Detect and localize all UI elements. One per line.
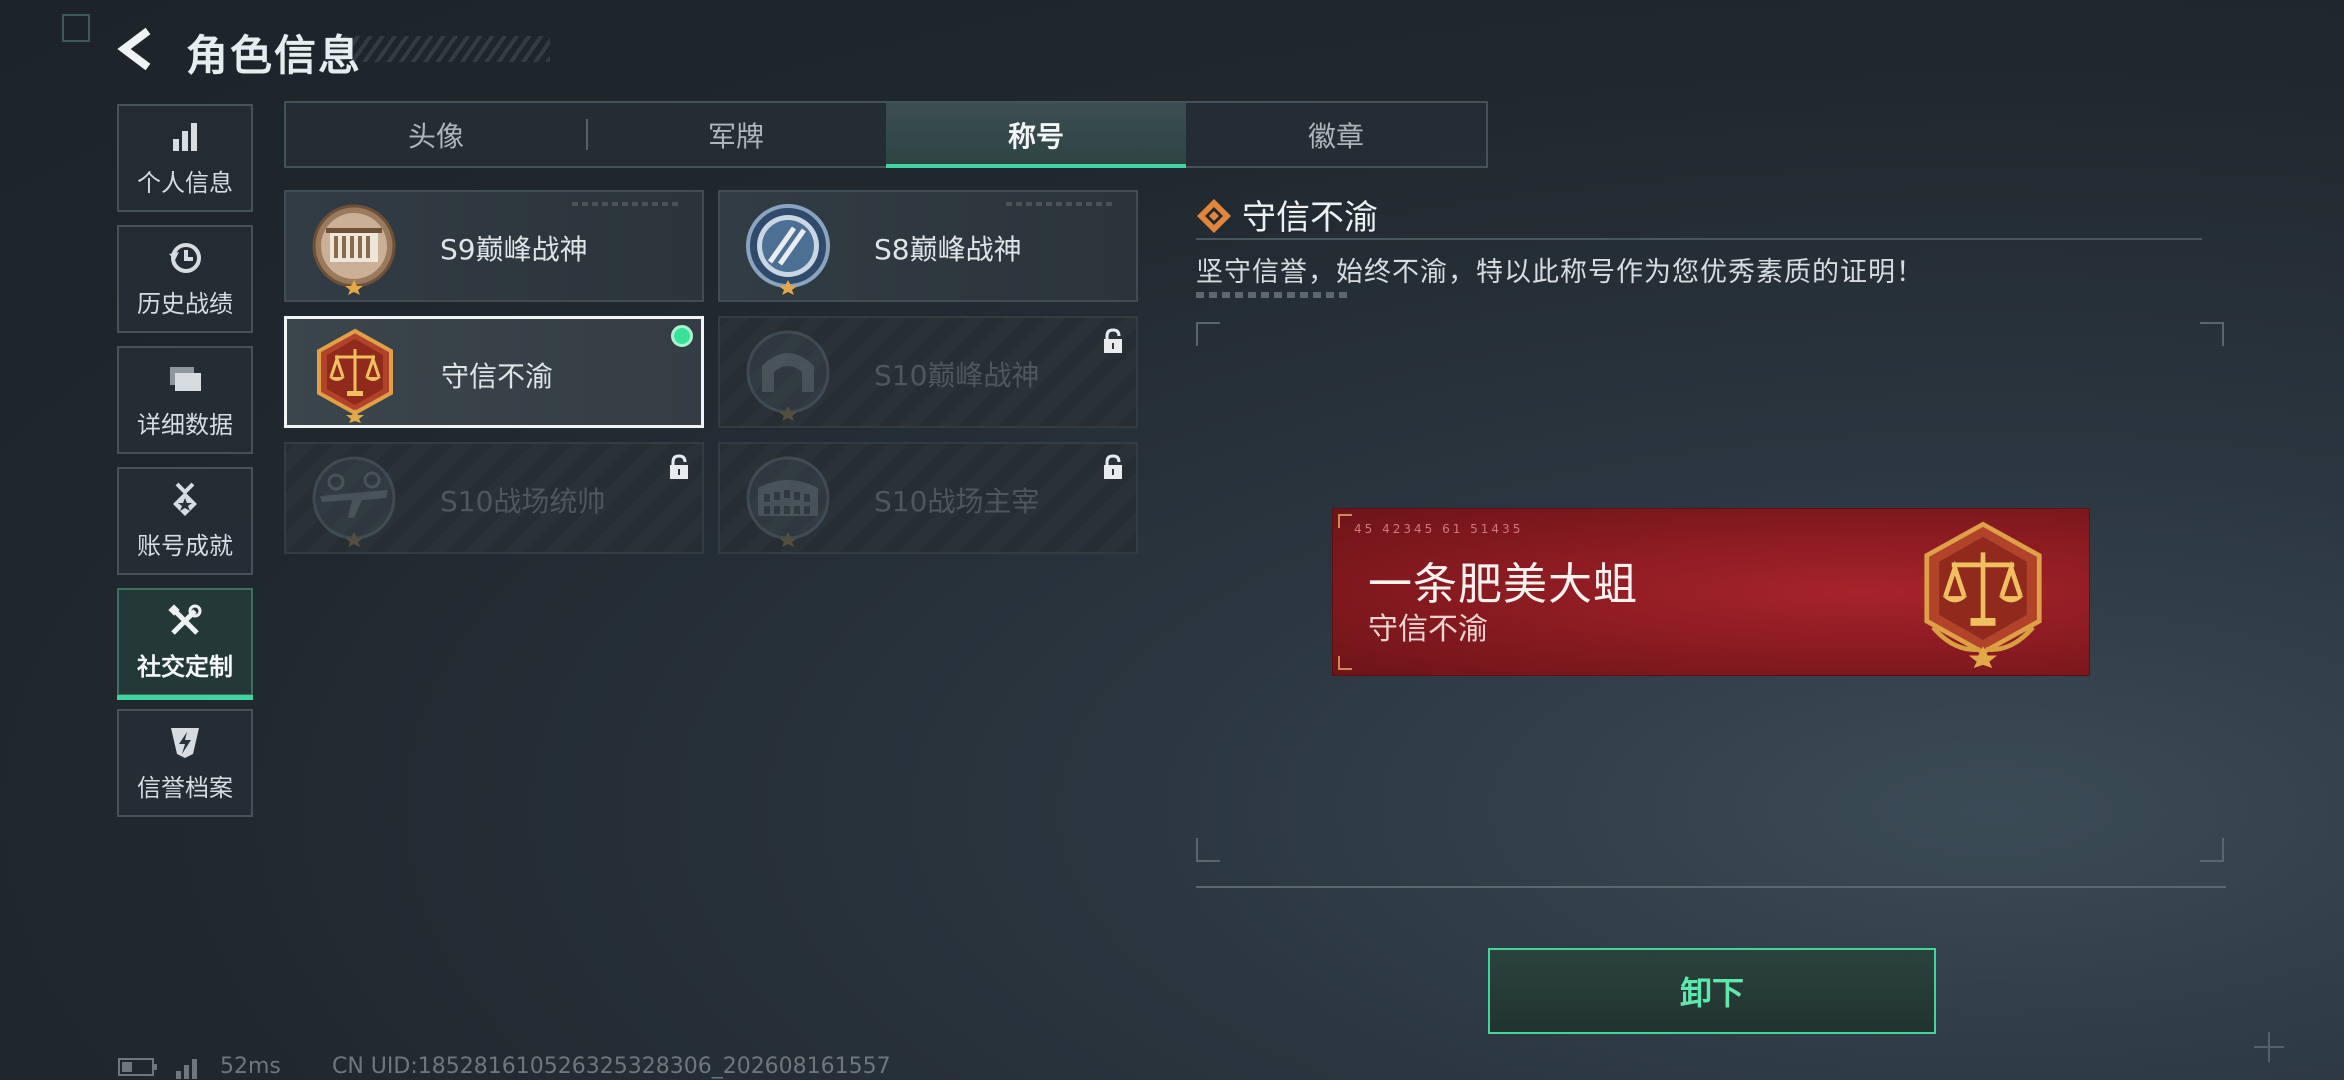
tab-bar: 头像 军牌 称号 徽章 <box>284 101 1488 168</box>
bronze-gate-medal-icon <box>312 204 396 295</box>
title-card-s9-peak[interactable]: S9巅峰战神 <box>284 190 704 302</box>
tab-dog-tag[interactable]: 军牌 <box>586 103 886 166</box>
shield-bolt-icon <box>171 727 199 758</box>
dark-arch-medal-icon <box>746 330 830 421</box>
divider <box>1196 238 2202 240</box>
lock-icon <box>1104 454 1122 479</box>
title-name: S10巅峰战神 <box>874 359 1040 392</box>
tab-avatar[interactable]: 头像 <box>286 103 586 166</box>
lock-icon <box>670 454 688 479</box>
sidebar-item-reputation[interactable]: 信誉档案 <box>117 709 253 817</box>
banner-title: 守信不渝 <box>1368 612 1488 647</box>
sidebar-item-social-custom[interactable]: 社交定制 <box>117 588 253 700</box>
banner-corner <box>1338 514 1352 528</box>
sidebar-item-label: 历史战绩 <box>137 289 233 318</box>
title-name: S9巅峰战神 <box>440 233 588 266</box>
dark-colosseum-medal-icon <box>746 456 830 547</box>
detail-decoration <box>1196 292 1348 298</box>
sidebar-item-label: 社交定制 <box>137 652 233 681</box>
unequip-button[interactable]: 卸下 <box>1488 948 1936 1034</box>
tab-title[interactable]: 称号 <box>886 103 1186 168</box>
tab-badge[interactable]: 徽章 <box>1186 103 1486 166</box>
status-bar: 52ms <box>118 1054 281 1079</box>
history-clock-icon <box>169 242 201 273</box>
title-card-trustworthy[interactable]: 守信不渝 <box>284 316 704 428</box>
blue-round-medal-icon <box>746 204 830 295</box>
signal-icon <box>176 1058 197 1079</box>
card-decoration <box>1006 202 1116 206</box>
sidebar-item-label: 详细数据 <box>137 410 233 439</box>
title-card-s10-commander[interactable]: S10战场统帅 <box>284 442 704 554</box>
title-card-s10-dominator[interactable]: S10战场主宰 <box>718 442 1138 554</box>
page-title: 角色信息 <box>186 31 363 80</box>
frame-corner <box>2200 322 2224 346</box>
frame-corner <box>1196 322 1220 346</box>
sidebar-item-label: 个人信息 <box>137 168 233 197</box>
card-decoration <box>572 202 682 206</box>
frame-corner <box>2200 838 2224 862</box>
sidebar-item-details[interactable]: 详细数据 <box>117 346 253 454</box>
title-decoration <box>340 36 550 62</box>
title-name: S8巅峰战神 <box>874 233 1022 266</box>
title-name: S10战场主宰 <box>874 485 1040 518</box>
diamond-icon <box>1197 199 1231 233</box>
ping-value: 52ms <box>220 1054 281 1079</box>
folder-icon <box>170 366 201 391</box>
title-name: S10战场统帅 <box>440 485 606 518</box>
frame-corner <box>1196 838 1220 862</box>
dark-plane-medal-icon <box>312 456 396 547</box>
tools-icon <box>168 603 202 635</box>
equipped-indicator <box>671 325 693 347</box>
detail-description: 坚守信誉，始终不渝，特以此称号作为您优秀素质的证明！ <box>1196 257 1924 288</box>
uid-text: CN UID:185281610526325328306_20260816155… <box>332 1054 891 1079</box>
title-card-s8-peak[interactable]: S8巅峰战神 <box>718 190 1138 302</box>
sidebar-item-history[interactable]: 历史战绩 <box>117 225 253 333</box>
lock-icon <box>1104 328 1122 353</box>
sidebar-item-label: 信誉档案 <box>137 773 233 802</box>
back-button[interactable] <box>110 22 166 76</box>
corner-decoration <box>62 14 90 42</box>
scales-medal-icon <box>1924 521 2042 668</box>
sidebar-item-achievements[interactable]: 账号成就 <box>117 467 253 575</box>
banner-corner <box>1338 656 1352 670</box>
preview-baseline <box>1196 886 2226 888</box>
sidebar-item-label: 账号成就 <box>137 531 233 560</box>
player-name: 一条肥美大蛆 <box>1368 559 1638 610</box>
scales-medal-icon <box>317 328 393 423</box>
title-banner-preview: 45 42345 61 51435 一条肥美大蛆 守信不渝 <box>1332 508 2090 676</box>
detail-title: 守信不渝 <box>1242 198 1378 238</box>
back-arrow-icon <box>117 27 151 71</box>
banner-code: 45 42345 61 51435 <box>1354 522 1524 536</box>
title-name: 守信不渝 <box>441 360 554 393</box>
plus-decoration-icon <box>2254 1032 2284 1062</box>
medal-icon <box>173 482 197 516</box>
title-card-s10-peak[interactable]: S10巅峰战神 <box>718 316 1138 428</box>
sidebar-item-personal-info[interactable]: 个人信息 <box>117 104 253 212</box>
battery-icon <box>118 1057 157 1076</box>
bar-chart-icon <box>173 122 197 151</box>
